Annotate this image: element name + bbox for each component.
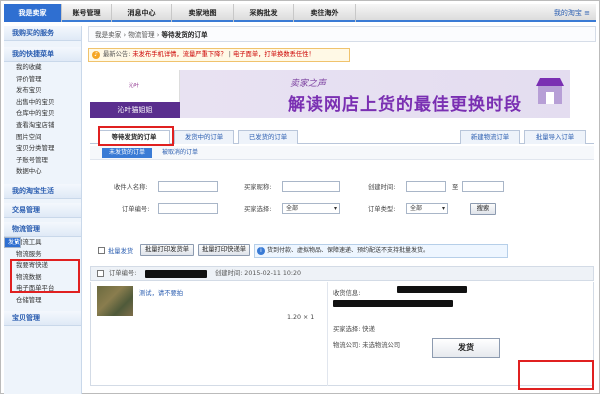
new-logistics-order-button[interactable]: 新建物流订单 [460, 130, 520, 144]
search-filters: 收件人名称: 买家昵称: 创建时间: 至 订单编号: 买家选择: 全部 订单类型… [90, 176, 594, 246]
select-all-checkbox[interactable] [98, 247, 105, 254]
top-nav: 我是卖家 账号管理 消息中心 卖家地图 采购批发 卖往海外 我的淘宝 ≡ [4, 4, 596, 22]
order-no-label-row: 订单编号: [109, 270, 137, 277]
product-thumbnail[interactable] [97, 286, 133, 316]
ship-button[interactable]: 发货 [432, 338, 500, 358]
sidebar-item-categories[interactable]: 宝贝分类管理 [4, 143, 81, 155]
receiver-info-label: 收货信息: [333, 290, 361, 297]
shop-name: 沁叶猫姐姐 [90, 102, 180, 118]
order-no-input[interactable] [158, 203, 218, 214]
sidebar-section-services[interactable]: 我购买的服务 [4, 26, 81, 41]
highlight-box-logistics [10, 259, 80, 293]
created-from-input[interactable] [406, 181, 446, 192]
tab-shipped[interactable]: 已发货的订单 [238, 130, 298, 144]
redacted-receiver-1 [397, 286, 467, 293]
unshipped-orders-pill[interactable]: 未发货的订单 [102, 148, 152, 158]
notice-link-1[interactable]: 未发布手机详情，流量严重下降？ [132, 51, 226, 58]
tab-seller-map[interactable]: 卖家地图 [172, 4, 234, 22]
tab-account[interactable]: 账号管理 [62, 4, 112, 22]
ad-banner[interactable]: 沁叶 沁叶猫姐姐 卖家之声 解读网店上货的最佳更换时段 [90, 70, 570, 118]
print-shipping-list-button[interactable]: 批量打印发货单 [140, 244, 194, 256]
redacted-order-no [145, 270, 207, 278]
search-button[interactable]: 搜索 [470, 203, 496, 215]
tab-messages[interactable]: 消息中心 [112, 4, 172, 22]
order-type-dropdown[interactable]: 全部 [406, 203, 448, 214]
sidebar-item-favorites[interactable]: 我的收藏 [4, 62, 81, 74]
main-content: 我是卖家 › 物流管理 › 等待发货的订单 ♪ 最新公告: 未发布手机详情，流量… [88, 26, 596, 394]
sidebar-item-publish[interactable]: 发布宝贝 [4, 85, 81, 97]
breadcrumb-mid[interactable]: 物流管理 [128, 31, 154, 39]
order-header: 订单编号: 创建时间: 2015-02-11 10:20 [90, 266, 594, 281]
my-taobao-link[interactable]: 我的淘宝 ≡ [554, 4, 590, 22]
breadcrumb: 我是卖家 › 物流管理 › 等待发货的订单 [88, 26, 596, 42]
sidebar-section-shortcuts[interactable]: 我的快捷菜单 [4, 47, 81, 62]
tab-overseas[interactable]: 卖往海外 [294, 4, 356, 22]
action-bar: 批量发货 批量打印发货单 批量打印快递单 i 货到付款、虚拟物品、保障速递、预约… [90, 242, 594, 260]
buyer-nick-input[interactable] [282, 181, 340, 192]
tab-wholesale[interactable]: 采购批发 [234, 4, 294, 22]
order-checkbox[interactable] [97, 270, 104, 277]
highlight-box-tab [98, 126, 174, 146]
sidebar-item-data-center[interactable]: 数据中心 [4, 166, 81, 178]
notice-prefix: 最新公告: [103, 51, 131, 58]
sidebar-item-subaccounts[interactable]: 子账号管理 [4, 155, 81, 167]
sidebar-item-warehouse[interactable]: 仓库中的宝贝 [4, 108, 81, 120]
notice-bar: ♪ 最新公告: 未发布手机详情，流量严重下降？ | 电子面单，打单换数丢任性！ [88, 48, 350, 62]
to-label: 至 [452, 184, 459, 191]
created-to-input[interactable] [462, 181, 504, 192]
sidebar-item-view-shop[interactable]: 查看淘宝店铺 [4, 120, 81, 132]
sidebar-section-logistics[interactable]: 物流管理 [4, 221, 81, 237]
order-no-label: 订单编号: [122, 206, 150, 213]
tab-shipping[interactable]: 发货中的订单 [174, 130, 234, 144]
buyer-select-label: 买家选择: [244, 206, 272, 213]
sidebar-section-life[interactable]: 我的淘宝生活 [4, 183, 81, 199]
sidebar-item-images[interactable]: 图片空间 [4, 132, 81, 144]
batch-info-text: 货到付款、虚拟物品、保障速递、预约配送不支持批量发货。 [267, 247, 430, 254]
cancelled-orders-link[interactable]: 被取消的订单 [162, 148, 198, 158]
sidebar-item-on-sale[interactable]: 出售中的宝贝 [4, 97, 81, 109]
sidebar-item-reviews[interactable]: 评价管理 [4, 74, 81, 86]
sidebar-section-trade[interactable]: 交易管理 [4, 202, 81, 218]
storefront-icon [536, 78, 564, 104]
buyer-select-dropdown[interactable]: 全部 [282, 203, 340, 214]
notice-link-2[interactable]: 电子面单，打单换数丢任性！ [233, 51, 315, 58]
breadcrumb-current: 等待发货的订单 [161, 31, 208, 39]
bell-icon: ♪ [92, 51, 100, 59]
print-express-button[interactable]: 批量打印快递单 [198, 244, 250, 256]
recipient-input[interactable] [158, 181, 218, 192]
banner-subtitle: 卖家之声 [290, 79, 327, 89]
sidebar-item-storage[interactable]: 仓储管理 [4, 295, 81, 307]
tab-seller[interactable]: 我是卖家 [4, 4, 62, 22]
shop-logo: 沁叶 沁叶猫姐姐 [90, 70, 180, 118]
recipient-label: 收件人名称: [114, 184, 148, 191]
order-created-time: 创建时间: 2015-02-11 10:20 [215, 270, 302, 277]
notice-sep: | [228, 51, 231, 58]
batch-ship-link[interactable]: 批量发货 [108, 246, 133, 255]
redacted-receiver-2 [333, 300, 453, 307]
info-icon: i [257, 247, 265, 255]
batch-import-button[interactable]: 批量导入订单 [524, 130, 586, 144]
sidebar-section-items[interactable]: 宝贝管理 [4, 310, 81, 326]
breadcrumb-root[interactable]: 我是卖家 [95, 31, 121, 39]
batch-info-tip: i 货到付款、虚拟物品、保障速递、预约配送不支持批量发货。 [254, 244, 508, 258]
buyer-nick-label: 买家昵称: [244, 184, 272, 191]
buyer-choice: 买家选择: 快递 [333, 326, 375, 333]
column-divider [327, 282, 328, 386]
order-type-label: 订单类型: [368, 206, 396, 213]
logistics-company: 物流公司: 未选物流公司 [333, 342, 401, 349]
highlight-box-ship [518, 360, 594, 390]
logo-mark: 沁叶 [114, 74, 154, 98]
created-time-label: 创建时间: [368, 184, 396, 191]
banner-headline: 解读网店上货的最佳更换时段 [288, 95, 522, 115]
sidebar-item-ship[interactable]: 发货 [4, 236, 22, 248]
sidebar: 我购买的服务 我的快捷菜单 我的收藏 评价管理 发布宝贝 出售中的宝贝 仓库中的… [4, 26, 82, 394]
price-quantity: 1.20 × 1 [287, 314, 315, 321]
product-title-link[interactable]: 测试，请不要拍 [139, 288, 183, 297]
sub-filter-bar: 未发货的订单 被取消的订单 [90, 146, 594, 160]
